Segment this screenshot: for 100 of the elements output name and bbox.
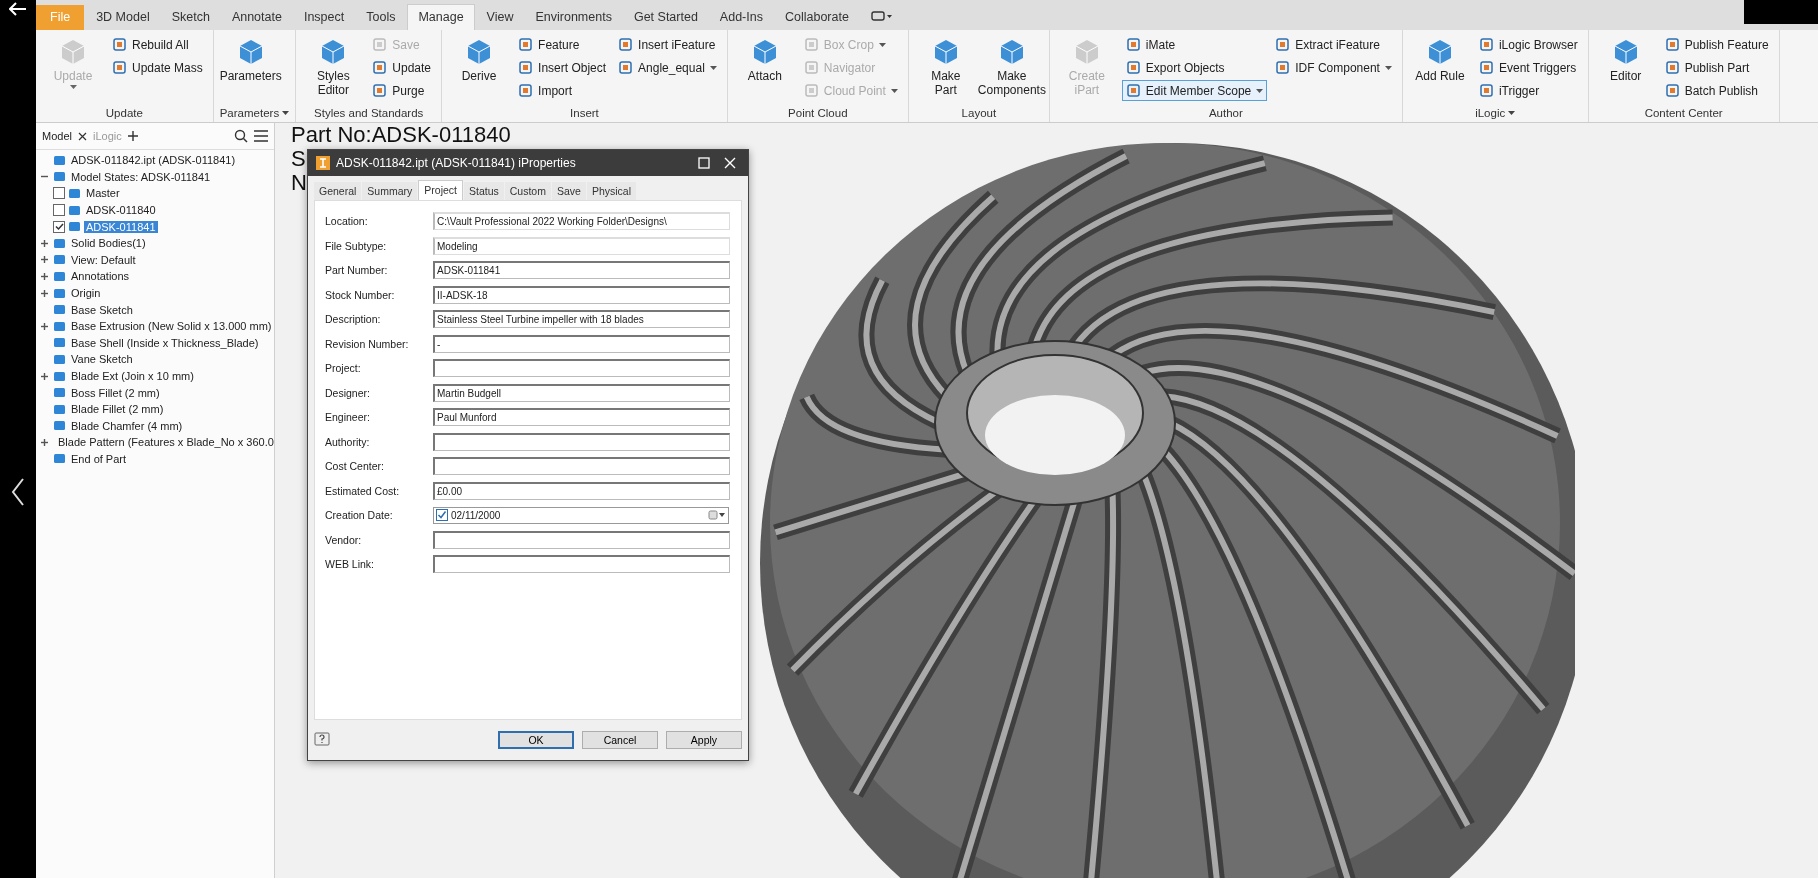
- dropdown-icon[interactable]: [870, 10, 893, 22]
- expand-icon[interactable]: [40, 371, 50, 381]
- close-icon[interactable]: [77, 131, 87, 141]
- ribbon-button[interactable]: IDF Component: [1271, 57, 1396, 78]
- ribbon-button[interactable]: iTrigger: [1474, 80, 1582, 101]
- tree-item[interactable]: ADSK-011841: [84, 220, 158, 233]
- expand-icon[interactable]: [40, 288, 50, 298]
- search-icon[interactable]: [234, 129, 248, 143]
- dialog-button[interactable]: OK: [498, 731, 574, 749]
- menu-icon[interactable]: [254, 130, 268, 142]
- tree-item[interactable]: Base Shell (Inside x Thickness_Blade): [69, 336, 261, 349]
- tree-item[interactable]: Blade Fillet (2 mm): [69, 403, 166, 416]
- ribbon-tab[interactable]: 3D Model: [86, 5, 160, 30]
- input-field[interactable]: [433, 359, 730, 378]
- dialog-tab[interactable]: Save: [551, 182, 586, 200]
- expand-icon[interactable]: [40, 437, 50, 447]
- tree-item[interactable]: Blade Ext (Join x 10 mm): [69, 370, 196, 382]
- date-picker[interactable]: 02/11/2000: [433, 506, 729, 524]
- input-field[interactable]: Stainless Steel Turbine impeller with 18 blades: [433, 310, 730, 329]
- input-field[interactable]: Paul Munford: [433, 408, 730, 427]
- tree-item[interactable]: Model States: ADSK-011841: [69, 170, 213, 183]
- ribbon-button[interactable]: Rebuild All: [108, 34, 207, 55]
- ribbon-tab[interactable]: Tools: [356, 5, 406, 30]
- ribbon-button[interactable]: Feature: [514, 34, 611, 55]
- ribbon-button[interactable]: Event Triggers: [1474, 57, 1582, 78]
- ribbon-button[interactable]: Extract iFeature: [1271, 34, 1396, 55]
- expand-icon[interactable]: [40, 255, 50, 265]
- checkbox[interactable]: [436, 509, 448, 522]
- ribbon-tab[interactable]: Environments: [525, 5, 622, 30]
- ribbon-button[interactable]: iLogic Browser: [1474, 34, 1582, 55]
- ribbon-button[interactable]: Purge: [368, 80, 436, 101]
- maximize-icon[interactable]: [698, 157, 710, 169]
- input-field[interactable]: II-ADSK-18: [433, 285, 730, 304]
- tree-item[interactable]: Boss Fillet (2 mm): [69, 386, 162, 399]
- ribbon-button[interactable]: Batch Publish: [1660, 80, 1773, 101]
- chevron-left-icon[interactable]: [11, 478, 25, 506]
- ribbon-button[interactable]: Angle_equal: [614, 57, 721, 78]
- ribbon-tab[interactable]: Collaborate: [774, 5, 859, 30]
- ribbon-tab[interactable]: Get Started: [623, 5, 708, 30]
- input-field[interactable]: [433, 457, 730, 476]
- ribbon-button[interactable]: Import: [514, 80, 611, 101]
- ribbon-button[interactable]: Attach: [733, 34, 796, 104]
- calendar-dropdown-icon[interactable]: [708, 510, 726, 521]
- expand-icon[interactable]: [40, 238, 50, 248]
- dialog-tab[interactable]: Physical: [586, 182, 636, 200]
- expand-icon[interactable]: [40, 271, 50, 281]
- ribbon-button[interactable]: Parameters: [219, 34, 282, 104]
- tree-item[interactable]: ADSK-011840: [84, 204, 158, 217]
- checkbox[interactable]: [53, 204, 65, 217]
- tree-item[interactable]: ADSK-011842.ipt (ADSK-011841): [69, 154, 238, 167]
- browser-tab[interactable]: Model: [42, 130, 72, 142]
- ribbon-button[interactable]: Styles Editor: [302, 34, 365, 104]
- input-field[interactable]: [433, 555, 730, 574]
- tree-item[interactable]: Master: [84, 187, 122, 200]
- group-title[interactable]: iLogic: [1408, 104, 1582, 122]
- input-field[interactable]: £0.00: [433, 481, 730, 500]
- input-field[interactable]: ADSK-011841: [433, 261, 730, 280]
- dialog-button[interactable]: Cancel: [582, 731, 658, 749]
- ribbon-button[interactable]: Update Mass: [108, 57, 207, 78]
- tree-item[interactable]: Vane Sketch: [69, 353, 135, 366]
- ribbon-tab[interactable]: Inspect: [293, 5, 355, 30]
- ribbon-button[interactable]: Insert iFeature: [614, 34, 721, 55]
- ribbon-tab[interactable]: Annotate: [221, 5, 292, 30]
- tree-item[interactable]: View: Default: [69, 253, 138, 266]
- input-field[interactable]: [433, 432, 730, 451]
- dialog-button[interactable]: Apply: [666, 731, 742, 749]
- ribbon-tab[interactable]: Add-Ins: [709, 5, 773, 30]
- tree-item[interactable]: Blade Chamfer (4 mm): [69, 419, 185, 432]
- ribbon-button[interactable]: Publish Feature: [1660, 34, 1773, 55]
- ribbon-button[interactable]: Update: [368, 57, 436, 78]
- checkbox[interactable]: [53, 220, 65, 233]
- dialog-tab[interactable]: Custom: [504, 182, 551, 200]
- tree-item[interactable]: Base Extrusion (New Solid x 13.000 mm): [69, 320, 274, 333]
- ribbon-button[interactable]: Export Objects: [1121, 57, 1268, 78]
- ribbon-tab[interactable]: View: [476, 5, 524, 30]
- input-field[interactable]: Martin Budgell: [433, 383, 730, 402]
- tree-item[interactable]: End of Part: [69, 453, 129, 465]
- ribbon-tab[interactable]: Sketch: [161, 5, 220, 30]
- ribbon-button[interactable]: Edit Member Scope: [1121, 80, 1268, 101]
- dialog-tab[interactable]: General: [314, 182, 362, 200]
- input-field[interactable]: [433, 530, 730, 549]
- ribbon-button[interactable]: Make Part: [914, 34, 977, 104]
- input-field[interactable]: -: [433, 334, 730, 353]
- ribbon-button[interactable]: Insert Object: [514, 57, 611, 78]
- caret-icon[interactable]: [282, 111, 290, 115]
- checkbox[interactable]: [53, 187, 65, 200]
- dialog-tab[interactable]: Project: [418, 180, 463, 200]
- ribbon-button[interactable]: iMate: [1121, 34, 1268, 55]
- group-title[interactable]: Parameters: [219, 104, 290, 122]
- ribbon-button[interactable]: Editor: [1594, 34, 1657, 104]
- expand-icon[interactable]: [40, 321, 50, 331]
- ribbon-button[interactable]: Add Rule: [1408, 34, 1471, 104]
- dialog-tab[interactable]: Summary: [362, 182, 418, 200]
- tree-item[interactable]: Solid Bodies(1): [69, 237, 148, 250]
- add-icon[interactable]: [127, 131, 138, 141]
- tree-item[interactable]: Base Sketch: [69, 303, 135, 316]
- help-icon[interactable]: [314, 732, 330, 748]
- tree-item[interactable]: Annotations: [69, 270, 132, 283]
- tree-item[interactable]: Origin: [69, 287, 103, 300]
- ribbon-button[interactable]: Derive: [448, 34, 511, 104]
